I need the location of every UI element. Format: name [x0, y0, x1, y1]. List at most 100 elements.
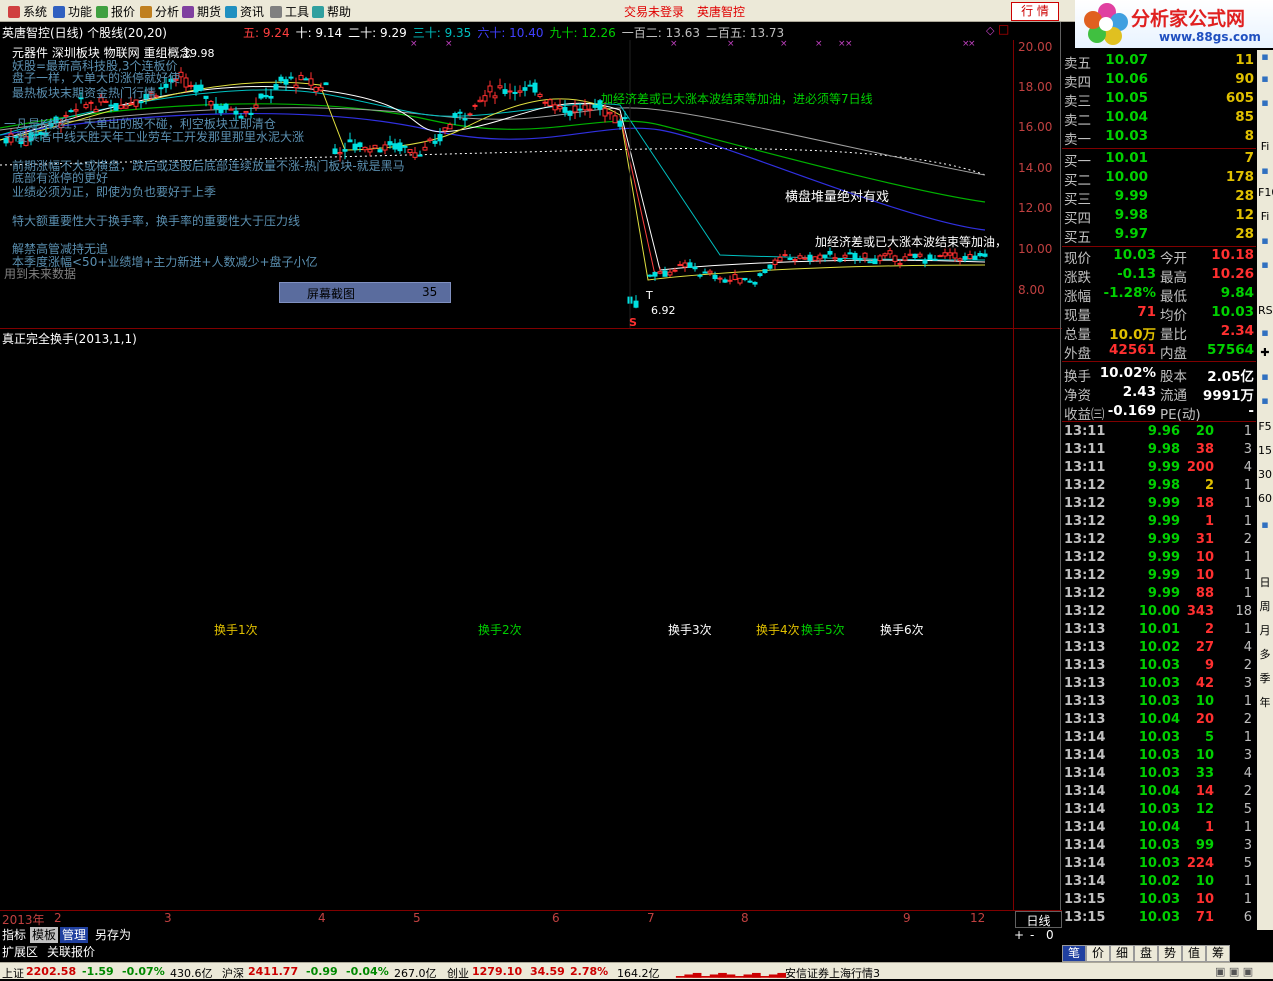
candle-body [193, 84, 199, 93]
tab-manage[interactable]: 管理 [60, 927, 89, 943]
flower-icon [1084, 3, 1128, 45]
side-tool-button[interactable]: 年 [1258, 694, 1272, 710]
tick-count: 6 [1243, 910, 1252, 925]
side-tool-button[interactable]: ▪ [1258, 394, 1272, 407]
quote-row: 涨幅 -1.28% 最低 9.84 [1062, 285, 1256, 305]
tick-time: 13:15 [1064, 892, 1106, 907]
right-tab[interactable]: 势 [1158, 945, 1182, 962]
diamond-icon[interactable]: ◇ [986, 24, 994, 37]
menu-label: 系统 [23, 5, 48, 19]
side-tool-button[interactable]: ▪ [1258, 234, 1272, 247]
ask-row[interactable]: 卖二 10.04 85 [1062, 109, 1256, 129]
tick-count: 2 [1243, 784, 1252, 799]
menu-system[interactable]: 系统 [8, 3, 47, 20]
right-tab[interactable]: 值 [1182, 945, 1206, 962]
side-tool-button[interactable]: ▪ [1258, 50, 1272, 63]
menu-function[interactable]: 功能 [53, 3, 92, 20]
side-tool-button[interactable]: 日 [1258, 574, 1272, 590]
menu-quote[interactable]: 报价 [96, 3, 135, 20]
tab-related-quote[interactable]: 关联报价 [45, 944, 97, 960]
candle-body [437, 134, 443, 142]
tick-time: 13:13 [1064, 658, 1106, 673]
side-tool-button[interactable]: F10 [1258, 186, 1273, 199]
ask-row[interactable]: 卖一 10.03 8 [1062, 128, 1256, 148]
quote-value: -1.28% [1103, 285, 1156, 301]
side-tool-button[interactable]: Fi [1258, 210, 1272, 223]
menu-analysis[interactable]: 分析 [140, 3, 179, 20]
tick-count: 1 [1243, 550, 1252, 565]
side-tool-button[interactable]: ▪ [1258, 72, 1272, 85]
side-tool-button[interactable]: 季 [1258, 670, 1272, 686]
screenshot-label: 屏幕截图 [307, 287, 356, 301]
candle-body [757, 273, 763, 277]
bid-row[interactable]: 买一 10.01 7 [1062, 150, 1256, 170]
quote-icon [96, 6, 108, 18]
tick-time: 13:12 [1064, 532, 1106, 547]
candle-body [922, 260, 928, 264]
side-tool-button[interactable]: ▪ [1258, 164, 1272, 177]
quote-button[interactable]: 行 情 [1011, 2, 1059, 21]
candle-body [902, 256, 908, 261]
bid-row[interactable]: 买四 9.98 12 [1062, 207, 1256, 227]
tick-volume: 10 [1195, 748, 1214, 763]
menu-tools[interactable]: 工具 [270, 3, 309, 20]
right-tab[interactable]: 细 [1110, 945, 1134, 962]
bid-row[interactable]: 买五 9.97 28 [1062, 226, 1256, 246]
period-label[interactable]: 日线 [1015, 911, 1062, 928]
ask-row[interactable]: 卖五 10.07 11 [1062, 52, 1256, 72]
zoom-in-button[interactable]: + [1012, 927, 1026, 943]
menu-help[interactable]: 帮助 [312, 3, 351, 20]
tab-template[interactable]: 模板 [30, 927, 59, 943]
side-tool-button[interactable]: ▪ [1258, 326, 1272, 339]
bid-row[interactable]: 买三 9.99 28 [1062, 188, 1256, 208]
right-tab[interactable]: 筹 [1206, 945, 1230, 962]
side-tool-button[interactable]: ✚ [1258, 346, 1272, 359]
side-tool-button[interactable]: 30 [1258, 468, 1272, 481]
side-tool-button[interactable]: ▪ [1258, 96, 1272, 109]
side-tool-button[interactable]: F5 [1258, 420, 1272, 433]
tab-indicator[interactable]: 指标 [0, 927, 28, 943]
tools-icon [270, 6, 282, 18]
candle-body [747, 280, 753, 283]
tick-volume: 88 [1195, 586, 1214, 601]
screenshot-tooltip[interactable]: 屏幕截图 35 [279, 282, 451, 303]
annotation-1: 加经济差或已大涨本波结束等加油，进必须等7日线 [601, 92, 873, 106]
menu-info[interactable]: 资讯 [225, 3, 264, 20]
zoom-out-button[interactable]: - [1028, 927, 1036, 943]
side-tool-button[interactable]: 月 [1258, 622, 1272, 638]
tick-row: 13:12 10.00 343 18 [1062, 604, 1256, 622]
month-tick: 12 [970, 911, 986, 925]
side-tool-button[interactable]: RSI [1258, 304, 1273, 317]
side-tool-button[interactable]: 15 [1258, 444, 1272, 457]
side-tool-button[interactable]: ▪ [1258, 518, 1272, 531]
quote-value: 10.02% [1099, 365, 1156, 381]
level-price: 9.97 [1114, 226, 1148, 242]
side-tool-button[interactable]: 60 [1258, 492, 1272, 505]
right-tab[interactable]: 价 [1086, 945, 1110, 962]
side-tool-button[interactable]: 多 [1258, 646, 1272, 662]
side-tool-button[interactable]: Fi [1258, 140, 1272, 153]
ask-row[interactable]: 卖四 10.06 90 [1062, 71, 1256, 91]
right-tab[interactable]: 笔 [1062, 945, 1086, 962]
tab-save-as[interactable]: 另存为 [93, 927, 133, 943]
side-tool-button[interactable]: ▪ [1258, 370, 1272, 383]
ask-row[interactable]: 卖三 10.05 605 [1062, 90, 1256, 110]
level-label: 卖二 [1064, 113, 1091, 129]
window-box-icon[interactable]: □ [998, 22, 1009, 36]
ma-legend-item: 六十: 10.40 [477, 26, 544, 40]
menu-futures[interactable]: 期货 [182, 3, 221, 20]
candle-body [677, 264, 683, 267]
right-tab[interactable]: 盘 [1134, 945, 1158, 962]
side-tool-button[interactable]: 周 [1258, 598, 1272, 614]
tick-volume: 10 [1195, 550, 1214, 565]
candle-body [273, 84, 279, 90]
candle-body [527, 84, 533, 87]
side-tool-button[interactable]: ▪ [1258, 258, 1272, 271]
candle-body [243, 110, 249, 114]
login-status[interactable]: 交易未登录 [624, 3, 684, 20]
bid-row[interactable]: 买二 10.00 178 [1062, 169, 1256, 189]
candle-body [872, 259, 878, 265]
candle-body [907, 253, 913, 256]
zoom-reset-button[interactable]: 0 [1044, 927, 1056, 943]
tab-extension[interactable]: 扩展区 [0, 944, 40, 960]
